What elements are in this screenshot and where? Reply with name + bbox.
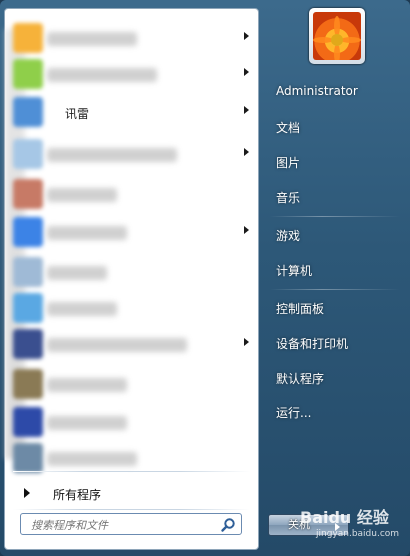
- program-item[interactable]: [11, 255, 257, 289]
- games-link[interactable]: 游戏: [276, 227, 300, 244]
- program-icon: [13, 97, 43, 127]
- divider: [270, 289, 400, 290]
- program-icon: [13, 407, 43, 437]
- program-icon: [13, 443, 43, 473]
- program-icon: [13, 139, 43, 169]
- program-icon: [13, 217, 43, 247]
- program-item[interactable]: [11, 327, 257, 361]
- search-box[interactable]: [20, 513, 242, 535]
- default-programs-link[interactable]: 默认程序: [276, 370, 324, 387]
- submenu-arrow-icon[interactable]: [244, 106, 249, 114]
- program-item[interactable]: [11, 177, 257, 211]
- avatar[interactable]: [313, 12, 361, 60]
- program-item[interactable]: [11, 57, 257, 91]
- computer-link[interactable]: 计算机: [276, 262, 312, 279]
- program-icon: [13, 293, 43, 323]
- control-panel-link[interactable]: 控制面板: [276, 300, 324, 317]
- program-icon: [13, 369, 43, 399]
- user-avatar-frame[interactable]: [309, 8, 365, 64]
- all-programs-button[interactable]: 所有程序: [11, 479, 257, 507]
- program-item[interactable]: [11, 21, 257, 55]
- flower-icon: [313, 16, 361, 60]
- program-item[interactable]: [11, 367, 257, 401]
- divider: [13, 471, 250, 472]
- program-item[interactable]: [11, 137, 257, 171]
- devices-printers-link[interactable]: 设备和打印机: [276, 335, 348, 352]
- search-input[interactable]: [29, 516, 213, 534]
- blurred-label: [47, 68, 157, 82]
- program-item[interactable]: [11, 291, 257, 325]
- blurred-label: [47, 226, 127, 240]
- program-icon: [13, 257, 43, 287]
- submenu-arrow-icon[interactable]: [244, 148, 249, 156]
- blurred-label: [47, 188, 117, 202]
- blurred-label: [47, 148, 177, 162]
- run-link[interactable]: 运行...: [276, 404, 311, 421]
- start-menu: 讯雷 所有程序 Administrator: [0, 0, 410, 556]
- blurred-label: [47, 302, 117, 316]
- blurred-label: [47, 416, 127, 430]
- program-item[interactable]: 讯雷: [11, 95, 257, 129]
- submenu-arrow-icon[interactable]: [244, 338, 249, 346]
- program-icon: [13, 179, 43, 209]
- documents-link[interactable]: 文档: [276, 119, 300, 136]
- user-name-link[interactable]: Administrator: [276, 84, 358, 98]
- program-item[interactable]: [11, 405, 257, 439]
- watermark-url: jingyan.baidu.com: [316, 529, 400, 539]
- triangle-right-icon: [24, 488, 30, 498]
- program-icon: [13, 23, 43, 53]
- program-label: 讯雷: [65, 107, 90, 121]
- pictures-link[interactable]: 图片: [276, 154, 300, 171]
- submenu-arrow-icon[interactable]: [244, 32, 249, 40]
- blurred-label: [47, 378, 127, 392]
- blurred-label: [47, 266, 107, 280]
- submenu-arrow-icon[interactable]: [244, 68, 249, 76]
- program-icon: [13, 59, 43, 89]
- blurred-label: [47, 338, 187, 352]
- programs-panel: 讯雷 所有程序: [4, 8, 259, 550]
- program-icon: [13, 329, 43, 359]
- search-icon[interactable]: [220, 517, 236, 533]
- all-programs-label: 所有程序: [53, 488, 102, 502]
- watermark-logo: Baidu 经验: [300, 508, 389, 527]
- music-link[interactable]: 音乐: [276, 189, 300, 206]
- blurred-label: [47, 32, 137, 46]
- program-item[interactable]: [11, 215, 257, 249]
- submenu-arrow-icon[interactable]: [244, 226, 249, 234]
- divider: [13, 509, 250, 510]
- program-item[interactable]: [11, 441, 257, 475]
- blurred-label: [47, 452, 137, 466]
- divider: [270, 216, 400, 217]
